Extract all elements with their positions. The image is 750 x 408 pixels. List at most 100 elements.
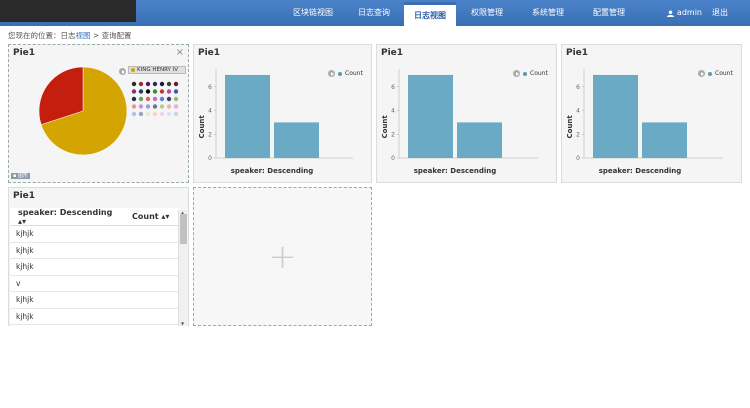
x-axis-title: speaker: Descending [231,167,314,175]
top-nav-bar: 区块链视图 日志查询 日志视图 权限管理 系统管理 配置管理 admin 退出 [0,0,750,26]
nav-log-query[interactable]: 日志查询 [344,0,404,26]
palette-swatch [138,104,144,109]
palette-swatch [173,111,179,117]
nav-permission-mgmt[interactable]: 权限管理 [456,0,518,26]
pie-chart-panel[interactable]: Pie1 × [8,44,189,183]
bar [225,74,270,158]
bar-chart: 0 2 4 6 speaker: Descending Count [566,69,723,175]
bar [457,122,502,158]
palette-swatch [145,96,151,102]
breadcrumb-prefix: 您现在的位置：日志 [8,31,76,40]
add-panel[interactable]: + [193,187,372,326]
bar [408,74,453,158]
legend-play-icon[interactable] [119,68,126,75]
palette-swatch [145,89,151,94]
bar [593,74,638,158]
panel-title: Pie1 [13,191,36,201]
bar-chart-panel-1[interactable]: Pie1 Count 0 2 4 6 speaker: Descending Count [193,44,372,183]
palette-swatch [131,111,137,117]
nav-system-mgmt[interactable]: 系统管理 [518,0,578,26]
user-icon [666,9,674,17]
table-scrollbar[interactable]: ▲ ▼ [178,210,187,326]
bar [274,122,319,158]
column-header-speaker[interactable]: speaker: Descending ▴▾ [10,208,122,226]
y-tick-label: 4 [391,108,395,115]
palette-swatch [145,104,151,109]
nav-log-view[interactable]: 日志视图 [404,2,456,26]
palette-swatch [152,104,158,109]
table-row[interactable]: kjhjk [10,309,180,325]
user-menu[interactable]: admin [666,0,702,26]
table-row[interactable]: v [10,276,180,292]
palette-swatch [159,104,165,109]
palette-swatch [152,96,158,102]
y-tick-label: 4 [576,108,580,115]
y-tick-label: 2 [576,131,580,138]
y-tick-label: 6 [208,84,212,91]
logout-link[interactable]: 退出 [712,0,728,26]
palette-swatch [145,111,151,117]
table-row[interactable]: kjhjk [10,243,180,259]
y-axis-title: Count [566,115,574,139]
palette-swatch [166,111,172,117]
y-tick-label: 0 [391,155,395,162]
add-chart-plus-icon[interactable]: + [194,188,371,325]
x-axis-title: speaker: Descending [599,167,682,175]
legend-swatch [131,68,135,72]
bar-chart: 0 2 4 6 speaker: Descending Count [198,69,353,175]
palette-swatch [152,81,158,87]
data-table: speaker: Descending ▴▾ Count ▴▾ kjhjk kj… [10,208,180,326]
breadcrumb-separator: > [90,31,102,40]
pie-legend-item[interactable]: KING HENRY IV [128,66,186,74]
nav-config-mgmt[interactable]: 配置管理 [578,0,640,26]
bar-chart-panel-3[interactable]: Pie1 Count 0 2 4 6 speaker: Descending Count [561,44,742,183]
palette-swatch [138,89,144,94]
y-tick-label: 2 [208,131,212,138]
table-row[interactable]: kjhjk [10,226,180,243]
palette-swatch [159,96,165,102]
palette-swatch [166,81,172,87]
palette-swatch [173,81,179,87]
table-row[interactable]: kjhjk [10,292,180,309]
table-row[interactable]: kjhjk [10,259,180,276]
scroll-down-icon[interactable]: ▼ [181,321,184,326]
y-tick-label: 0 [576,155,580,162]
palette-swatch [145,81,151,87]
column-header-count[interactable]: Count ▴▾ [122,212,172,221]
breadcrumb-link-view[interactable]: 视图 [76,31,91,40]
logo-area [0,0,136,22]
bar-chart: 0 2 4 6 speaker: Descending Count [381,69,538,175]
palette-swatch [131,81,137,87]
palette-swatch [131,104,137,109]
y-tick-label: 6 [391,84,395,91]
palette-swatch [131,89,137,94]
palette-swatch [173,96,179,102]
y-tick-label: 4 [208,108,212,115]
palette-swatch [152,89,158,94]
chart-type-chip[interactable]: ▪ 图形 [11,173,30,179]
palette-swatch [166,96,172,102]
palette-swatch [138,81,144,87]
scrollbar-thumb[interactable] [180,214,187,244]
y-tick-label: 0 [208,155,212,162]
main-nav: 区块链视图 日志查询 日志视图 权限管理 系统管理 配置管理 [282,0,640,26]
palette-swatch [159,81,165,87]
palette-swatch [152,111,158,117]
x-axis-title: speaker: Descending [414,167,497,175]
nav-blockchain-view[interactable]: 区块链视图 [282,0,344,26]
palette-swatch [173,104,179,109]
bar-chart-panel-2[interactable]: Pie1 Count 0 2 4 6 speaker: Descending Count [376,44,557,183]
y-axis-title: Count [198,115,206,139]
palette-swatch [159,111,165,117]
palette-swatch [166,104,172,109]
y-tick-label: 2 [391,131,395,138]
palette-swatch [138,111,144,117]
breadcrumb-current: 查询配置 [101,31,132,40]
table-header: speaker: Descending ▴▾ Count ▴▾ [10,208,180,226]
palette-swatch [138,96,144,102]
palette-swatch [131,96,137,102]
pie-legend-label: KING HENRY IV [137,67,179,73]
y-axis-title: Count [381,115,389,139]
username: admin [676,8,702,17]
user-area: admin 退出 [666,0,728,26]
